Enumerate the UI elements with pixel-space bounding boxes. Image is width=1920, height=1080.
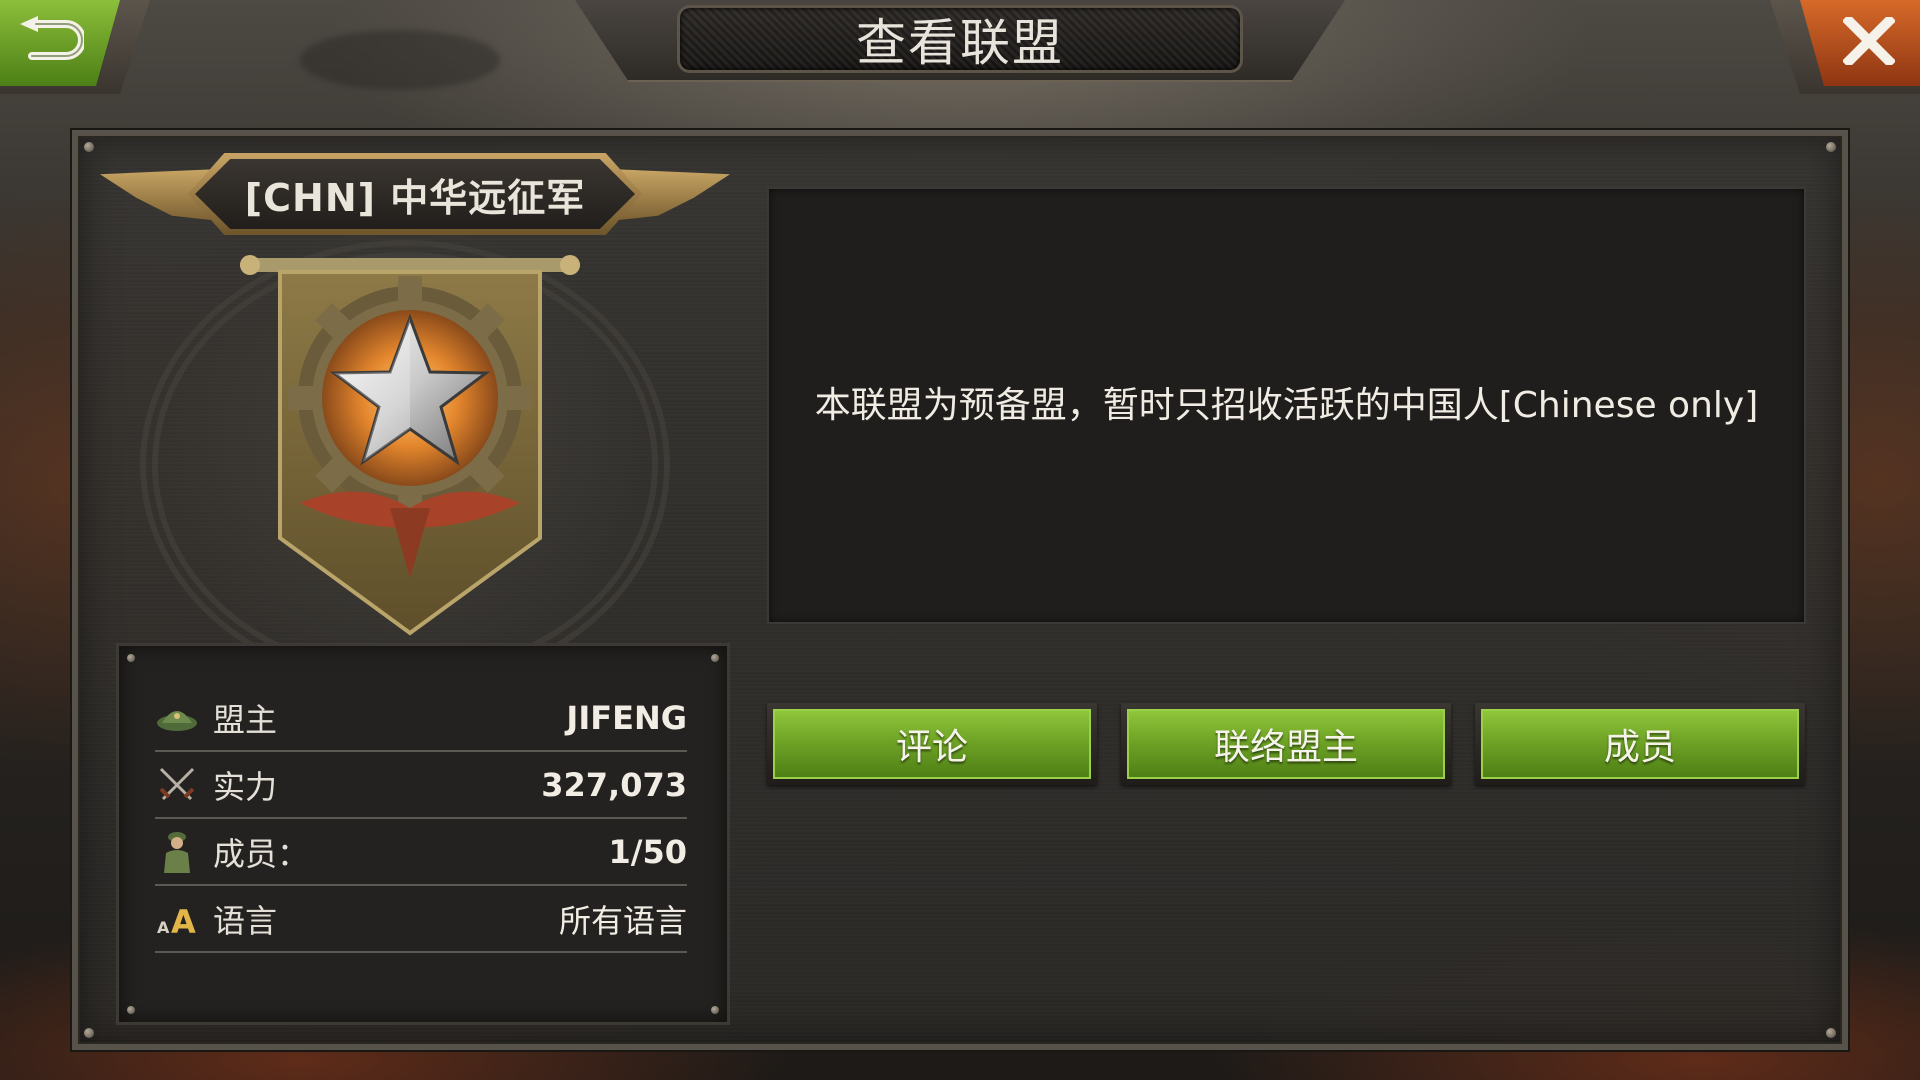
stat-row-members: 成员： 1/50 bbox=[155, 820, 687, 886]
panel-rivet bbox=[1826, 1028, 1836, 1038]
stat-label: 盟主 bbox=[213, 701, 278, 739]
contact-leader-button-label: 联络盟主 bbox=[1127, 709, 1445, 779]
star-gear-emblem-icon bbox=[240, 248, 580, 638]
stat-row-power: 实力 327,073 bbox=[155, 753, 687, 819]
stat-value: 1/50 bbox=[608, 833, 687, 871]
stats-rivet bbox=[127, 1006, 135, 1014]
stat-label: 成员： bbox=[213, 835, 310, 873]
game-screen: 查看联盟 [CHN] 中华远征军 盟主 JIFENG 实力 327,073 成员… bbox=[0, 0, 1920, 1080]
alliance-description: 本联盟为预备盟，暂时只招收活跃的中国人[Chinese only] bbox=[814, 384, 1759, 426]
alliance-stats-box: 盟主 JIFENG 实力 327,073 成员： 1/50 A A 语言 所有语… bbox=[116, 643, 730, 1025]
stat-label: 实力 bbox=[213, 768, 278, 806]
stat-value: 327,073 bbox=[541, 766, 687, 804]
close-icon bbox=[1841, 13, 1897, 69]
svg-text:A: A bbox=[157, 918, 170, 937]
background-blimp bbox=[300, 30, 500, 90]
members-button[interactable]: 成员 bbox=[1475, 703, 1805, 785]
stats-rivet bbox=[127, 654, 135, 662]
soldier-icon bbox=[155, 830, 199, 874]
helmet-icon bbox=[155, 696, 199, 740]
comment-button[interactable]: 评论 bbox=[767, 703, 1097, 785]
svg-text:A: A bbox=[171, 903, 196, 937]
contact-leader-button[interactable]: 联络盟主 bbox=[1121, 703, 1451, 785]
comment-button-label: 评论 bbox=[773, 709, 1091, 779]
back-arrow-icon bbox=[14, 16, 86, 70]
alliance-description-box: 本联盟为预备盟，暂时只招收活跃的中国人[Chinese only] bbox=[767, 187, 1806, 624]
stats-rivet bbox=[711, 1006, 719, 1014]
stat-row-language: A A 语言 所有语言 bbox=[155, 887, 687, 953]
stat-value: 所有语言 bbox=[558, 902, 687, 940]
panel-rivet bbox=[84, 1028, 94, 1038]
panel-rivet bbox=[1826, 142, 1836, 152]
stats-rivet bbox=[711, 654, 719, 662]
stat-value: JIFENG bbox=[566, 699, 687, 737]
language-icon: A A bbox=[155, 897, 199, 941]
panel-rivet bbox=[84, 142, 94, 152]
members-button-label: 成员 bbox=[1481, 709, 1799, 779]
stat-row-leader: 盟主 JIFENG bbox=[155, 686, 687, 752]
alliance-name-banner: [CHN] 中华远征军 bbox=[100, 153, 730, 235]
crossed-swords-icon bbox=[155, 763, 199, 807]
alliance-name: [CHN] 中华远征军 bbox=[244, 175, 586, 220]
stat-label: 语言 bbox=[213, 902, 278, 940]
page-title: 查看联盟 bbox=[856, 14, 1064, 72]
